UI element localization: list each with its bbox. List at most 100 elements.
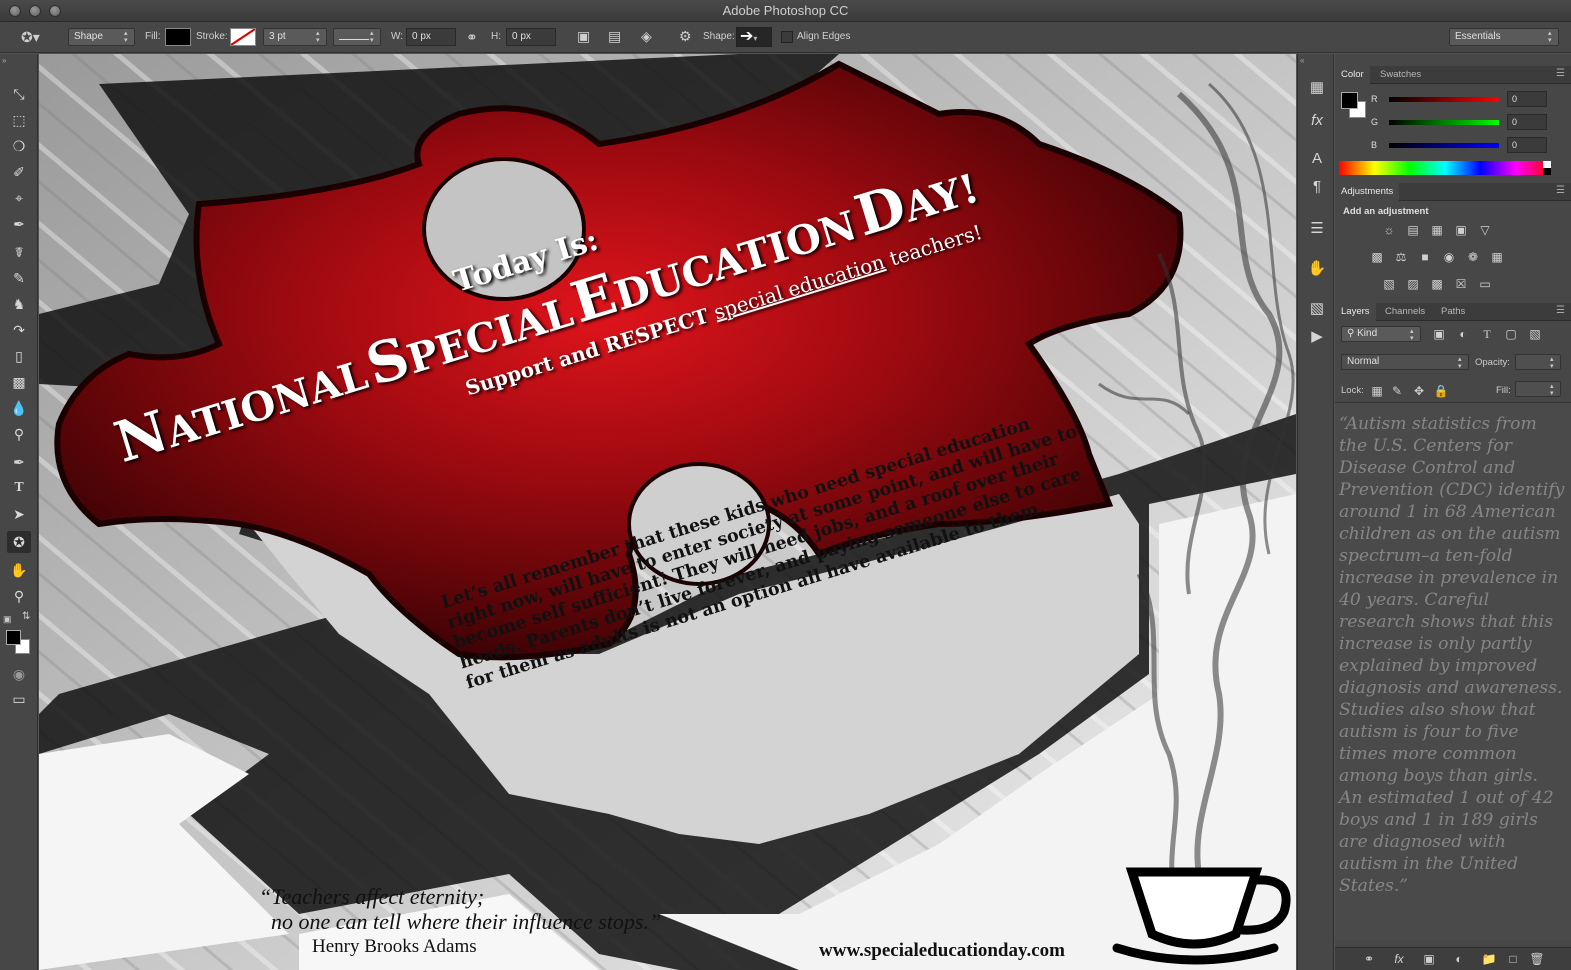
tool-mode-dropdown[interactable]: Shape [68,28,135,46]
filter-pixel-icon[interactable]: ▣ [1431,327,1447,341]
path-selection-tool-icon[interactable]: ➤ [7,503,31,525]
filter-shape-icon[interactable]: ▢ [1503,327,1519,341]
screen-mode-icon[interactable]: ▭ [7,688,31,710]
crop-tool-icon[interactable]: ⌖ [7,187,31,209]
swap-colors-icon[interactable]: ⇅ [22,611,30,622]
stroke-swatch[interactable] [230,28,256,46]
collapse-strip-icon[interactable]: « [1300,56,1304,65]
character-panel-icon[interactable]: A [1307,149,1327,169]
stroke-width-field[interactable]: 3 pt [263,28,327,46]
collapse-tools-icon[interactable]: » [2,56,6,65]
tab-swatches[interactable]: Swatches [1380,69,1421,80]
styles-panel-icon[interactable]: fx [1307,111,1327,131]
brush-tool-icon[interactable]: ✎ [7,267,31,289]
stroke-type-dropdown[interactable] [333,28,381,46]
path-alignment-icon[interactable]: ▤ [608,29,621,43]
layers-list[interactable]: “Autism statistics from the U.S. Centers… [1335,402,1571,940]
color-spectrum-ramp[interactable] [1339,161,1551,175]
history-brush-tool-icon[interactable]: ↷ [7,319,31,341]
threshold-icon[interactable]: ▩ [1429,277,1445,291]
vibrance-icon[interactable]: ▽ [1477,223,1493,237]
dodge-tool-icon[interactable]: ⚲ [7,423,31,445]
brightness-contrast-icon[interactable]: ☼ [1381,223,1397,237]
layer-comps-icon[interactable]: ▧ [1307,299,1327,319]
path-arrangement-icon[interactable]: ◈ [641,29,652,43]
channel-mixer-icon[interactable]: ❁ [1465,250,1481,264]
new-adjustment-layer-icon[interactable]: ◐ [1451,952,1467,966]
posterize-icon[interactable]: ▨ [1405,277,1421,291]
hand-tool-icon[interactable]: ✋ [7,559,31,581]
tab-adjustments[interactable]: Adjustments [1335,183,1400,201]
red-slider-bar[interactable] [1389,97,1499,102]
custom-shape-tool-preset-icon[interactable]: ✪▾ [21,30,40,44]
lasso-tool-icon[interactable]: ❍ [7,135,31,157]
quick-selection-tool-icon[interactable]: ✐ [7,161,31,183]
color-balance-icon[interactable]: ⚖ [1393,250,1409,264]
adjustments-menu-icon[interactable]: ☰ [1556,185,1565,196]
tab-paths[interactable]: Paths [1441,306,1465,317]
green-slider-bar[interactable] [1389,120,1499,125]
shape-picker[interactable]: ➔▾ [736,27,772,47]
height-field[interactable]: 0 px [506,28,556,46]
lock-position-icon[interactable]: ✥ [1411,384,1427,398]
quick-mask-icon[interactable]: ◉ [7,663,31,685]
lock-transparency-icon[interactable]: ▦ [1369,384,1385,398]
path-operations-icon[interactable]: ▣ [577,29,590,43]
foreground-color-swatch[interactable] [6,630,21,645]
tab-channels[interactable]: Channels [1385,306,1425,317]
fill-swatch[interactable] [165,28,191,46]
delete-layer-icon[interactable]: 🗑 [1529,952,1545,966]
invert-icon[interactable]: ▧ [1381,277,1397,291]
layer-kind-filter[interactable]: ⚲ Kind [1341,326,1421,342]
healing-brush-tool-icon[interactable]: ☤ [7,241,31,263]
layers-menu-icon[interactable]: ☰ [1556,305,1565,316]
add-mask-icon[interactable]: ▣ [1421,952,1437,966]
gradient-map-icon[interactable]: ▭ [1477,277,1493,291]
new-layer-icon[interactable]: □ [1505,952,1521,966]
properties-panel-icon[interactable]: ☰ [1307,219,1327,239]
pen-tool-icon[interactable]: ✒ [7,451,31,473]
blur-tool-icon[interactable]: 💧 [7,397,31,419]
filter-adjustment-icon[interactable]: ◐ [1455,327,1471,341]
tool-presets-icon[interactable]: ✋ [1307,259,1327,279]
marquee-tool-icon[interactable]: ⬚ [7,109,31,131]
lock-pixels-icon[interactable]: ✎ [1389,384,1405,398]
lock-all-icon[interactable]: 🔒 [1433,384,1449,398]
type-tool-icon[interactable]: T [7,477,31,499]
green-value-field[interactable]: 0 [1507,114,1547,130]
custom-shape-tool-icon[interactable]: ✪ [7,531,31,553]
zoom-tool-icon[interactable]: ⚲ [7,585,31,607]
selective-color-icon[interactable]: ☒ [1453,277,1469,291]
blue-slider-bar[interactable] [1389,143,1499,148]
default-colors-icon[interactable]: ▣ [3,614,12,625]
link-layers-icon[interactable]: ⚭ [1361,952,1377,966]
blue-value-field[interactable]: 0 [1507,137,1547,153]
red-slider[interactable]: R 0 [1371,91,1561,108]
eyedropper-tool-icon[interactable]: ✒ [7,213,31,235]
tab-layers[interactable]: Layers [1335,303,1376,321]
green-slider[interactable]: G 0 [1371,114,1561,131]
filter-type-icon[interactable]: T [1479,327,1495,341]
levels-icon[interactable]: ▤ [1405,223,1421,237]
document-canvas[interactable]: Today Is: NATIONAL SPECIAL EDUCATION DAY… [39,54,1296,970]
black-white-icon[interactable]: ■ [1417,250,1433,264]
photo-filter-icon[interactable]: ◉ [1441,250,1457,264]
move-tool-icon[interactable]: ⤡ [7,83,31,105]
opacity-field[interactable] [1515,354,1561,370]
exposure-icon[interactable]: ▣ [1453,223,1469,237]
gear-icon[interactable]: ⚙ [679,29,692,43]
color-lookup-icon[interactable]: ▦ [1489,250,1505,264]
gradient-tool-icon[interactable]: ▩ [7,371,31,393]
actions-play-icon[interactable]: ▶ [1307,327,1327,347]
width-field[interactable]: 0 px [406,28,456,46]
paragraph-panel-icon[interactable]: ¶ [1307,177,1327,197]
hue-saturation-icon[interactable]: ▩ [1369,250,1385,264]
color-foreground-swatch[interactable] [1341,92,1358,109]
eraser-tool-icon[interactable]: ▯ [7,345,31,367]
history-panel-icon[interactable]: ▦ [1307,78,1327,98]
filter-smart-object-icon[interactable]: ▧ [1527,327,1543,341]
black-white-ramp[interactable] [1543,161,1551,175]
clone-stamp-tool-icon[interactable]: ♞ [7,293,31,315]
curves-icon[interactable]: ▦ [1429,223,1445,237]
red-value-field[interactable]: 0 [1507,91,1547,107]
